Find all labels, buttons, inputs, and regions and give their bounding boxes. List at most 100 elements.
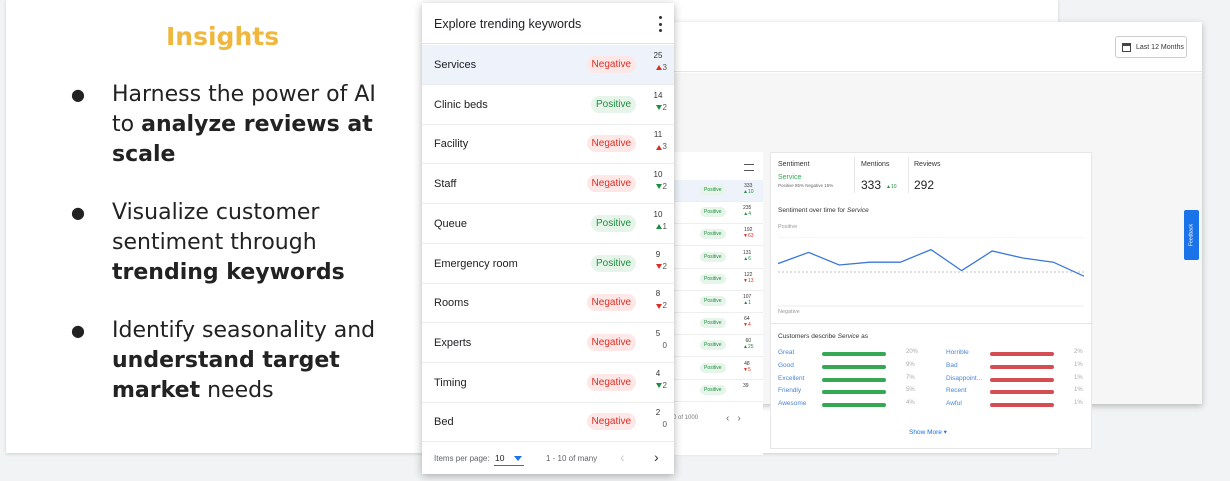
dashboard-window: Last 12 Months - 10 of 1000 ‹› Positive 3…	[664, 22, 1202, 455]
table-row[interactable]: Positive 235 ▲4	[664, 202, 763, 225]
sentiment-badge: Positive	[700, 185, 726, 195]
keyword-row[interactable]: Experts Negative 5 0	[422, 323, 674, 363]
mention-count: 5	[655, 328, 661, 338]
descriptor-percent: 7%	[906, 374, 915, 381]
descriptor-word[interactable]: Bad	[946, 362, 958, 369]
mention-delta: ▼5	[743, 367, 751, 373]
mention-delta: ▲25	[743, 344, 754, 350]
panel-pagination: Items per page: 10 1 - 10 of many ‹ ›	[422, 442, 674, 474]
keyword-row[interactable]: Queue Positive 10 1	[422, 204, 674, 244]
more-vert-icon[interactable]	[657, 16, 663, 32]
dashboard-topbar: Last 12 Months	[664, 22, 1202, 72]
next-page-button[interactable]: ›	[654, 449, 659, 465]
mention-count: 14	[653, 90, 663, 100]
table-row[interactable]: Positive 48 ▼5	[664, 358, 763, 380]
descriptor-word[interactable]: Disappoint...	[946, 375, 982, 382]
table-row[interactable]: Positive 192 ▼63	[664, 224, 763, 247]
slide-title: Insights	[166, 22, 280, 51]
service-split: Positive 85% Negative 15%	[778, 183, 834, 188]
descriptor-word[interactable]: Awesome	[778, 400, 806, 407]
keyword-row[interactable]: Staff Negative 10 2	[422, 164, 674, 205]
keyword-row[interactable]: Services Negative 25 3	[422, 45, 674, 85]
keyword-row[interactable]: Rooms Negative 8 2	[422, 283, 674, 324]
descriptor-word[interactable]: Recent	[946, 387, 967, 394]
trend-down-icon	[655, 263, 662, 269]
mention-delta-value: 63	[747, 233, 754, 240]
bullet-dot: ●	[71, 85, 85, 104]
date-range-button[interactable]: Last 12 Months	[1115, 36, 1187, 58]
table-pager-arrows[interactable]: ‹›	[726, 413, 749, 424]
descriptor-word[interactable]: Awful	[946, 400, 962, 407]
keyword-label: Staff	[434, 178, 457, 191]
table-row[interactable]: Positive 131 ▲6	[664, 247, 763, 269]
negative-axis-label: Negative	[778, 309, 800, 315]
descriptor-word[interactable]: Horrible	[946, 349, 969, 356]
panel-title: Explore trending keywords	[434, 17, 582, 31]
descriptor-word[interactable]: Good	[778, 362, 794, 369]
sentiment-badge: Negative	[586, 135, 636, 153]
sort-icon[interactable]	[744, 164, 754, 171]
keyword-row[interactable]: Timing Negative 4 2	[422, 363, 674, 403]
bullet-emphasis: trending keywords	[112, 260, 345, 285]
mention-delta: 2	[643, 381, 667, 390]
items-per-page-select[interactable]: 10	[495, 453, 504, 463]
sentiment-badge: Positive	[700, 273, 726, 284]
keyword-row[interactable]: Emergency room Positive 9 2	[422, 244, 674, 284]
mention-delta: 0	[643, 420, 667, 429]
bullet-item: ● Harness the power of AI to analyze revi…	[68, 80, 398, 170]
trend-down-icon	[655, 105, 662, 111]
mention-count-value: 39	[743, 382, 749, 389]
prev-page-button[interactable]: ‹	[620, 449, 625, 465]
descriptor-word[interactable]: Excellent	[778, 375, 804, 382]
keyword-label: Experts	[434, 336, 472, 349]
mention-delta-value: 10	[747, 189, 754, 195]
date-range-label: Last 12 Months	[1136, 43, 1184, 51]
section-divider	[771, 323, 1093, 324]
trend-up-icon	[655, 144, 662, 150]
feedback-tab[interactable]: Feedback	[1184, 210, 1199, 260]
mention-delta-value: 3	[662, 142, 667, 152]
sentiment-heading: Sentiment	[778, 161, 810, 168]
descriptor-percent: 1%	[1074, 374, 1083, 381]
mention-delta-value: 4	[748, 211, 752, 218]
mention-delta: ▲4	[743, 211, 751, 217]
trend-down-icon	[655, 184, 662, 190]
sentiment-badge: Positive	[700, 207, 726, 218]
sentiment-badge: Positive	[700, 384, 726, 395]
trend-down-icon	[655, 303, 662, 309]
keyword-row[interactable]: Clinic beds Positive 14 2	[422, 85, 674, 125]
table-row[interactable]: Positive 60 ▲25	[664, 335, 763, 358]
keyword-row[interactable]: Bed Negative 2 0	[422, 402, 674, 443]
mention-count: 235 ▲4	[743, 205, 751, 217]
sentiment-detail-card: Sentiment Mentions Reviews Service Posit…	[770, 152, 1093, 449]
table-row[interactable]: Positive 107 ▲1	[664, 291, 763, 313]
chevron-down-icon[interactable]	[514, 456, 522, 461]
mention-delta-value: 3	[662, 63, 667, 72]
keyword-label: Rooms	[434, 297, 469, 310]
descriptor-word[interactable]: Great	[778, 349, 794, 356]
mention-delta-value: 6	[748, 255, 752, 262]
descriptor-word[interactable]: Friendly	[778, 387, 801, 394]
mention-delta-value: 2	[662, 301, 667, 311]
trend-up-icon	[655, 224, 662, 230]
keyword-row[interactable]: Facility Negative 11 3	[422, 124, 674, 165]
mention-delta: 1	[643, 222, 667, 231]
mentions-heading: Mentions	[861, 161, 890, 168]
keyword-label: Services	[434, 59, 477, 71]
sentiment-over-time-title: Sentiment over time for Service	[778, 207, 869, 214]
table-row[interactable]: Positive 333 ▲10	[664, 180, 763, 202]
mention-delta-value: 25	[747, 344, 754, 351]
sentiment-badge: Negative	[586, 333, 636, 351]
bullet-list: ● Harness the power of AI to analyze revi…	[68, 80, 398, 434]
sentiment-badge: Positive	[700, 318, 726, 329]
mention-delta: 3	[643, 63, 667, 72]
mention-delta: ▼4	[743, 322, 751, 328]
table-row[interactable]: Positive 122 ▼13	[664, 269, 763, 291]
sentiment-badge: Positive	[590, 254, 636, 272]
table-row[interactable]: Positive 39	[664, 380, 763, 402]
mention-delta: 2	[643, 301, 667, 310]
show-more-link[interactable]: Show More ▾	[909, 428, 947, 436]
table-row[interactable]: Positive 64 ▼4	[664, 313, 763, 336]
descriptor-percent: 1%	[1074, 361, 1083, 368]
customers-describe-title: Customers describe Service as	[778, 333, 868, 340]
